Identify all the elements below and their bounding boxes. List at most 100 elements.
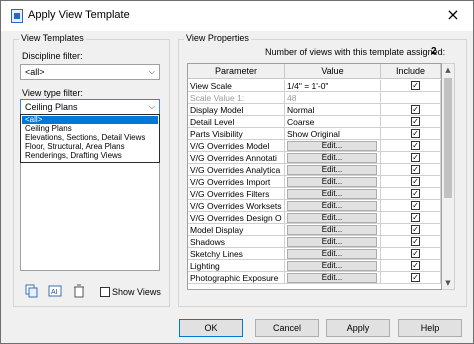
column-header-value[interactable]: Value [285,64,381,79]
include-checkbox[interactable]: ✓ [411,165,420,174]
ok-button[interactable]: OK [179,319,243,337]
value-cell: Edit... [285,152,381,164]
show-views-checkbox[interactable] [100,287,110,297]
value-cell: Edit... [285,200,381,212]
view-type-filter-select[interactable]: Ceiling Plans ⌵ [20,99,160,115]
duplicate-icon[interactable] [25,284,39,298]
table-row[interactable]: V/G Overrides Analytica Edit... ✓ [188,164,441,176]
include-checkbox[interactable]: ✓ [411,153,420,162]
table-row[interactable]: Model Display Edit... ✓ [188,224,441,236]
table-row[interactable]: V/G Overrides Worksets Edit... ✓ [188,200,441,212]
table-row[interactable]: V/G Overrides Model Edit... ✓ [188,140,441,152]
help-button[interactable]: Help [398,319,462,337]
parameter-cell: Model Display [188,224,285,236]
edit-button[interactable]: Edit... [287,153,377,163]
table-row[interactable]: V/G Overrides Import Edit... ✓ [188,176,441,188]
cancel-button[interactable]: Cancel [255,319,319,337]
edit-button[interactable]: Edit... [287,261,377,271]
dropdown-option[interactable]: Elevations, Sections, Detail Views [22,134,158,142]
parameter-cell: View Scale [188,80,285,92]
include-checkbox[interactable]: ✓ [411,129,420,138]
edit-button[interactable]: Edit... [287,237,377,247]
view-template-icon [11,9,23,23]
table-row[interactable]: V/G Overrides Filters Edit... ✓ [188,188,441,200]
parameter-cell: V/G Overrides Analytica [188,164,285,176]
value-cell: Edit... [285,164,381,176]
table-row[interactable]: Display Model Normal ✓ [188,104,441,116]
value-cell[interactable]: Normal [285,104,381,116]
close-button[interactable]: × [433,1,473,29]
include-cell: ✓ [381,116,441,128]
include-checkbox[interactable]: ✓ [411,201,420,210]
include-checkbox[interactable]: ✓ [411,237,420,246]
edit-button[interactable]: Edit... [287,225,377,235]
scroll-down-icon[interactable]: ▼ [442,277,454,289]
include-checkbox[interactable]: ✓ [411,273,420,282]
include-checkbox[interactable]: ✓ [411,189,420,198]
value-cell: Edit... [285,236,381,248]
value-cell[interactable]: 48 [285,92,381,104]
table-row[interactable]: V/G Overrides Annotati Edit... ✓ [188,152,441,164]
table-row[interactable]: V/G Overrides Design O Edit... ✓ [188,212,441,224]
include-cell: ✓ [381,200,441,212]
apply-button[interactable]: Apply [326,319,390,337]
vertical-scrollbar[interactable]: ▲ ▼ [442,63,455,290]
include-checkbox[interactable]: ✓ [411,213,420,222]
value-cell[interactable]: Show Original [285,128,381,140]
view-templates-group-label: View Templates [19,33,86,43]
edit-button[interactable]: Edit... [287,201,377,211]
include-cell: ✓ [381,176,441,188]
include-checkbox[interactable]: ✓ [411,81,420,90]
table-row[interactable]: Sketchy Lines Edit... ✓ [188,248,441,260]
dropdown-option[interactable]: Floor, Structural, Area Plans [22,143,158,151]
include-checkbox[interactable]: ✓ [411,177,420,186]
dropdown-option[interactable]: Renderings, Drafting Views [22,152,158,160]
parameter-cell: Photographic Exposure [188,272,285,284]
value-cell: Edit... [285,212,381,224]
delete-icon[interactable] [72,284,86,298]
include-checkbox[interactable]: ✓ [411,225,420,234]
include-cell: ✓ [381,248,441,260]
scroll-up-icon[interactable]: ▲ [442,64,454,76]
include-cell: ✓ [381,80,441,92]
include-checkbox[interactable]: ✓ [411,117,420,126]
edit-button[interactable]: Edit... [287,189,377,199]
table-row[interactable]: Detail Level Coarse ✓ [188,116,441,128]
table-row[interactable]: Parts Visibility Show Original ✓ [188,128,441,140]
table-row[interactable]: Shadows Edit... ✓ [188,236,441,248]
table-row[interactable]: Lighting Edit... ✓ [188,260,441,272]
include-checkbox[interactable]: ✓ [411,249,420,258]
dropdown-option[interactable]: <all> [22,116,158,124]
include-cell [381,92,441,104]
edit-button[interactable]: Edit... [287,141,377,151]
discipline-filter-value: <all> [25,67,45,77]
include-cell: ✓ [381,260,441,272]
table-row[interactable]: View Scale 1/4" = 1'-0" ✓ [188,80,441,92]
include-cell: ✓ [381,164,441,176]
parameter-cell: Display Model [188,104,285,116]
edit-button[interactable]: Edit... [287,213,377,223]
table-row[interactable]: Scale Value 1: 48 [188,92,441,104]
include-cell: ✓ [381,140,441,152]
value-cell[interactable]: 1/4" = 1'-0" [285,80,381,92]
edit-button[interactable]: Edit... [287,165,377,175]
table-row[interactable]: Photographic Exposure Edit... ✓ [188,272,441,284]
rename-icon[interactable]: AI [48,284,62,298]
column-header-parameter[interactable]: Parameter [188,64,285,79]
value-cell: Edit... [285,260,381,272]
scrollbar-thumb[interactable] [444,78,452,198]
discipline-filter-select[interactable]: <all> ⌵ [20,64,160,80]
edit-button[interactable]: Edit... [287,273,377,283]
edit-button[interactable]: Edit... [287,249,377,259]
value-cell[interactable]: Coarse [285,116,381,128]
include-cell: ✓ [381,188,441,200]
parameter-cell: V/G Overrides Filters [188,188,285,200]
include-checkbox[interactable]: ✓ [411,261,420,270]
include-checkbox[interactable]: ✓ [411,105,420,114]
edit-button[interactable]: Edit... [287,177,377,187]
view-type-dropdown-list[interactable]: <all> Ceiling Plans Elevations, Sections… [20,114,160,163]
apply-view-template-dialog: Apply View Template × View Templates Dis… [0,0,474,344]
dropdown-option[interactable]: Ceiling Plans [22,125,158,133]
column-header-include[interactable]: Include [381,64,441,79]
include-checkbox[interactable]: ✓ [411,141,420,150]
